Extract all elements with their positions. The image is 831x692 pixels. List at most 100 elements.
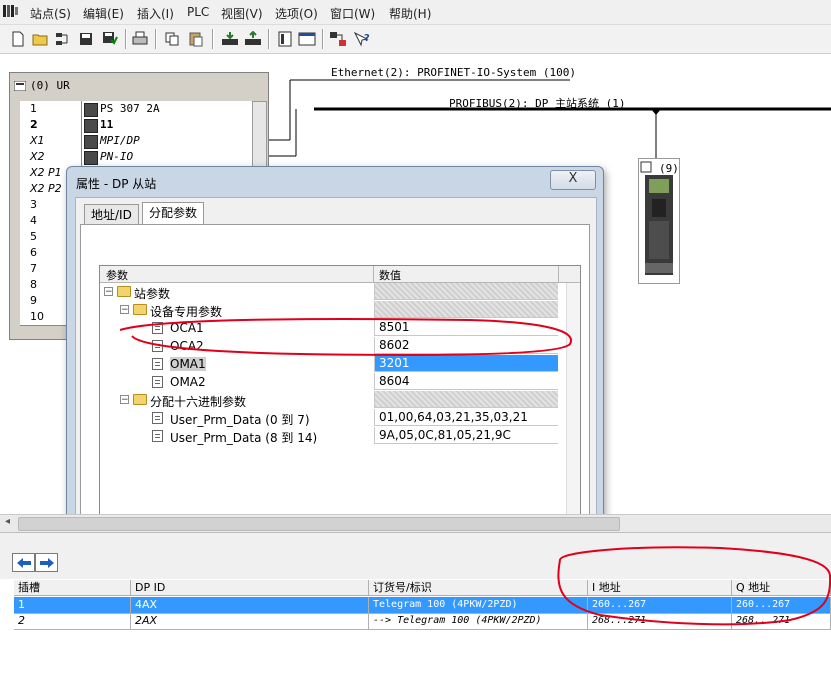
parameter-icon [152, 358, 163, 370]
param-row[interactable]: − 分配十六进制参数 [100, 391, 560, 409]
drive-icon [640, 161, 673, 275]
param-value[interactable]: 8604 [374, 373, 558, 390]
folder-icon [117, 286, 131, 297]
param-name: 设备专用参数 [150, 305, 223, 319]
dp-slave-device[interactable]: (9) [638, 158, 680, 284]
param-value[interactable]: 9A,05,0C,81,05,21,9C [374, 427, 558, 444]
scroll-left-icon[interactable]: ◂ [5, 516, 10, 527]
detail-panel: 插槽 DP ID 订货号/标识 I 地址 Q 地址 1 4AX Telegram 100 (4… [0, 532, 831, 692]
table-cell: 268...271 [588, 613, 732, 629]
rack-module-name: MPI/DP [100, 134, 140, 147]
module-icon [84, 119, 98, 133]
module-icon [84, 103, 98, 117]
tab-panel: 参数 数值 − 站参数 − 设备专用参数 OCA1 8501 OCA2 8602 OMA1 320… [80, 224, 590, 549]
param-name: User_Prm_Data (0 到 7) [170, 413, 310, 427]
param-value[interactable]: 8602 [374, 337, 558, 354]
collapse-icon[interactable]: − [104, 287, 113, 297]
parameter-icon [152, 340, 163, 352]
param-value [374, 283, 558, 300]
param-row[interactable]: OCA2 8602 [100, 337, 560, 355]
column-header[interactable]: Q 地址 [732, 580, 831, 596]
param-value[interactable]: 8501 [374, 319, 558, 336]
param-value [374, 391, 558, 408]
module-icon [84, 135, 98, 149]
folder-icon [133, 394, 147, 405]
arrow-left-icon [16, 557, 31, 568]
param-row[interactable]: OMA2 8604 [100, 373, 560, 391]
rack-module-name: PS 307 2A [100, 102, 160, 115]
table-cell: --> Telegram 100 (4PKW/2PZD) [369, 613, 588, 629]
table-row[interactable]: 1 4AX Telegram 100 (4PKW/2PZD) 260...267 260… [14, 597, 831, 614]
grid-scrollbar[interactable] [566, 283, 580, 547]
header-param[interactable]: 参数 [106, 267, 128, 283]
table-cell: 4AX [131, 597, 369, 613]
column-header[interactable]: 插槽 [14, 580, 131, 596]
profibus-label[interactable]: PROFIBUS(2): DP 主站系统 (1) [449, 95, 625, 111]
param-name: 分配十六进制参数 [150, 395, 247, 409]
module-icon [84, 151, 98, 165]
table-cell: 1 [14, 597, 131, 613]
param-name: OCA2 [170, 339, 204, 353]
device-number-label: (9) [659, 162, 679, 175]
folder-icon [133, 304, 147, 315]
nav-forward-button[interactable] [35, 553, 58, 572]
collapse-icon[interactable]: − [120, 395, 129, 405]
tab-address-id[interactable]: 地址/ID [84, 204, 139, 225]
parameter-icon [152, 376, 163, 388]
rack-row[interactable]: 1 PS 307 2A [20, 101, 260, 118]
close-button[interactable]: X [550, 170, 596, 190]
rack-slot-number: 1 [20, 101, 82, 117]
param-row[interactable]: User_Prm_Data (8 到 14) 9A,05,0C,81,05,21,… [100, 427, 560, 445]
arrow-right-icon [39, 557, 54, 568]
param-value[interactable]: 3201 [374, 355, 558, 372]
rack-module-name: 11 [100, 118, 114, 131]
table-cell: 260...267 [588, 597, 732, 613]
rack-row[interactable]: 2 11 [20, 117, 260, 134]
param-name: OMA2 [170, 375, 206, 389]
tab-assign-params[interactable]: 分配参数 [142, 202, 205, 225]
dialog-title: 属性 - DP 从站 [76, 177, 157, 191]
grid-rows: − 站参数 − 设备专用参数 OCA1 8501 OCA2 8602 OMA1 3201 OMA2 8… [100, 283, 580, 548]
param-row[interactable]: User_Prm_Data (0 到 7) 01,00,64,03,21,35,0… [100, 409, 560, 427]
rack-module-name: PN-IO [100, 150, 134, 163]
param-row[interactable]: OCA1 8501 [100, 319, 560, 337]
param-row[interactable]: OMA1 3201 [100, 355, 560, 373]
grid-header: 参数 数值 [100, 266, 580, 283]
parameter-icon [152, 430, 163, 442]
header-value[interactable]: 数值 [379, 267, 401, 283]
parameter-icon [152, 322, 163, 334]
table-row[interactable]: 2 2AX --> Telegram 100 (4PKW/2PZD) 268...27… [14, 613, 831, 630]
nav-back-button[interactable] [12, 553, 35, 572]
parameter-icon [152, 412, 163, 424]
collapse-icon[interactable]: − [120, 305, 129, 315]
param-value[interactable]: 01,00,64,03,21,35,03,21 [374, 409, 558, 426]
rack-row[interactable]: X1 MPI/DP [20, 133, 260, 150]
parameter-grid[interactable]: 参数 数值 − 站参数 − 设备专用参数 OCA1 8501 OCA2 8602 OMA1 320… [99, 265, 581, 549]
param-name: User_Prm_Data (8 到 14) [170, 431, 318, 445]
param-row[interactable]: − 设备专用参数 [100, 301, 560, 319]
table-cell: 2 [14, 613, 131, 629]
close-icon: X [568, 171, 578, 186]
param-name: 站参数 [134, 287, 171, 301]
param-row[interactable]: − 站参数 [100, 283, 560, 301]
param-value [374, 301, 558, 318]
table-cell: 2AX [131, 613, 369, 629]
column-header[interactable]: DP ID [131, 580, 369, 596]
rack-slot-number: 2 [20, 117, 82, 133]
rack-row[interactable]: X2 PN-IO [20, 149, 260, 166]
param-name: OCA1 [170, 321, 204, 335]
column-header[interactable]: I 地址 [588, 580, 732, 596]
ethernet-label[interactable]: Ethernet(2): PROFINET-IO-System (100) [331, 66, 576, 79]
scroll-thumb[interactable] [18, 517, 620, 531]
table-cell: 260...267 [732, 597, 831, 613]
rack-icon [14, 81, 26, 91]
table-cell: Telegram 100 (4PKW/2PZD) [369, 597, 588, 613]
rack-title: (0) UR [30, 79, 70, 92]
param-name: OMA1 [170, 357, 206, 371]
detail-toolbar [0, 533, 831, 579]
rack-slot-number: X1 [20, 133, 82, 149]
column-header[interactable]: 订货号/标识 [369, 580, 588, 596]
workspace-hscrollbar[interactable]: ◂ [0, 514, 831, 532]
table-cell: 268...271 [732, 613, 831, 629]
rack-slot-number: X2 [20, 149, 82, 165]
